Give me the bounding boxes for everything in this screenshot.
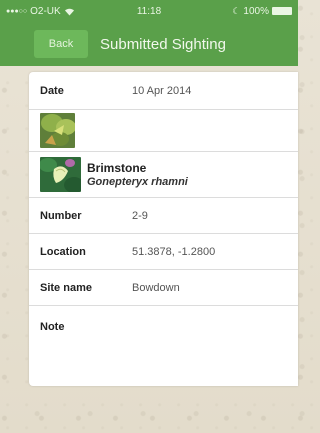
- sighting-details-card: Date 10 Apr 2014 Brimstone Gonepteryx rh…: [29, 72, 298, 386]
- status-bar: ●●●○○ O2-UK 11:18 ☾ 100%: [0, 0, 298, 22]
- date-label: Date: [40, 84, 64, 97]
- site-name-row: Site name Bowdown: [29, 270, 298, 306]
- species-latin-name: Gonepteryx rhamni: [87, 176, 188, 188]
- date-row: Date 10 Apr 2014: [29, 72, 298, 110]
- battery-percent: 100%: [243, 5, 269, 17]
- species-row[interactable]: Brimstone Gonepteryx rhamni: [29, 152, 298, 198]
- number-row: Number 2-9: [29, 198, 298, 234]
- carrier-name: O2-UK: [30, 5, 61, 17]
- location-row: Location 51.3878, -1.2800: [29, 234, 298, 270]
- battery-icon: [272, 7, 292, 15]
- number-label: Number: [40, 209, 82, 222]
- back-button[interactable]: Back: [34, 30, 88, 58]
- species-common-name: Brimstone: [87, 161, 147, 175]
- battery-status: ☾ 100%: [232, 6, 292, 17]
- number-value: 2-9: [132, 209, 148, 222]
- wifi-icon: [64, 8, 74, 15]
- date-value: 10 Apr 2014: [132, 84, 192, 97]
- navigation-bar: Back Submitted Sighting: [0, 22, 298, 66]
- site-name-label: Site name: [40, 281, 92, 294]
- location-label: Location: [40, 245, 86, 258]
- photo-row: [29, 110, 298, 152]
- page-title: Submitted Sighting: [100, 35, 226, 53]
- carrier-info: ●●●○○ O2-UK: [6, 6, 75, 17]
- signal-strength-icon: ●●●○○: [6, 7, 28, 15]
- location-value: 51.3878, -1.2800: [132, 245, 216, 258]
- species-photo: [40, 157, 81, 192]
- site-name-value: Bowdown: [132, 281, 180, 294]
- note-row: Note: [29, 306, 298, 348]
- moon-icon: ☾: [232, 5, 241, 16]
- sighting-photo[interactable]: [40, 113, 75, 148]
- note-label: Note: [40, 321, 65, 333]
- species-text: Brimstone Gonepteryx rhamni: [87, 161, 188, 188]
